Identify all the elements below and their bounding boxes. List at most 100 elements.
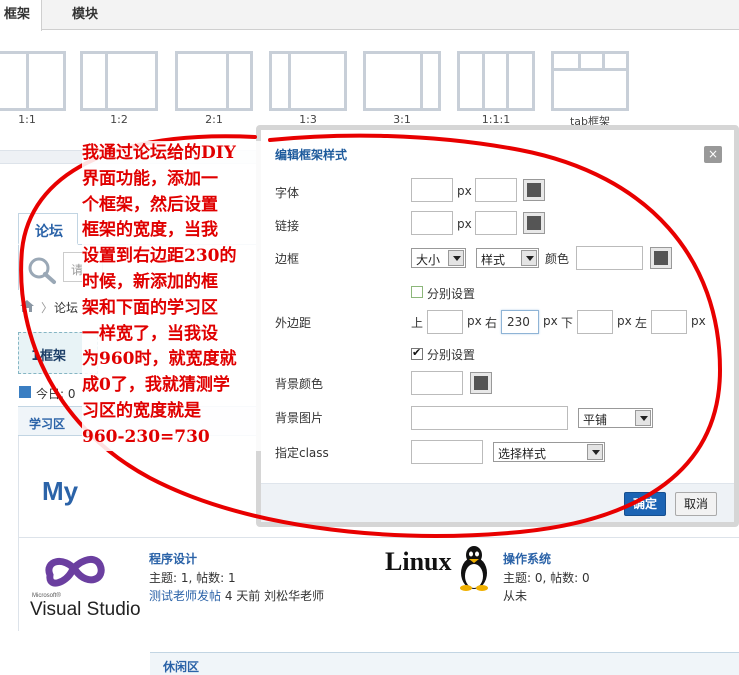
margin-label: 外边距 (275, 316, 312, 330)
visual-studio-name: Visual Studio (30, 599, 141, 620)
visual-studio-icon (45, 556, 105, 587)
home-icon[interactable] (19, 298, 35, 314)
annotation-line: 成0了，我就猜测学 (82, 375, 230, 396)
annotation-line: 为960时，就宽度就 (82, 349, 237, 370)
tux-penguin-icon (460, 546, 488, 591)
border-label: 边框 (275, 252, 300, 266)
font-label: 字体 (275, 186, 300, 200)
layout-1-1-preview[interactable] (0, 51, 66, 111)
annotation-line: 设置到右边距230的 (82, 246, 237, 267)
margin-bottom-input[interactable] (577, 310, 613, 334)
link-label: 链接 (275, 219, 300, 233)
border-style-value: 样式 (481, 253, 506, 267)
layout-1-1-1-preview[interactable] (457, 51, 535, 111)
dialog-footer: 确定 取消 (261, 483, 734, 522)
bg-repeat-value: 平铺 (583, 413, 608, 427)
link-color-input[interactable] (475, 211, 517, 235)
cancel-button[interactable]: 取消 (675, 492, 717, 516)
left-border-line (18, 436, 19, 631)
annotation-line: 我通过论坛给的DIY (82, 143, 236, 163)
section-title-programming[interactable]: 程序设计 (149, 550, 197, 567)
class-style-select[interactable]: 选择样式 (493, 442, 605, 462)
linux-logo: Linux (385, 545, 493, 593)
margin-separate-checkbox[interactable] (411, 346, 423, 360)
annotation-line: 界面功能，添加一 (82, 168, 218, 189)
layout-1-3-preview[interactable] (269, 51, 347, 111)
layout-2-1-preview[interactable] (175, 51, 253, 111)
bg-repeat-select[interactable]: 平铺 (578, 408, 653, 428)
margin-top-input[interactable] (427, 310, 463, 334)
margin-separate-label: 分别设置 (427, 348, 476, 362)
margin-unit-2: px (543, 314, 558, 328)
leisure-area-title[interactable]: 休闲区 (163, 658, 199, 675)
breadcrumb-separator: 〉 (41, 301, 54, 315)
last-post-meta: 4 天前 刘松华老师 (221, 589, 325, 603)
border-color-input[interactable] (576, 246, 643, 270)
bgcolor-picker-icon[interactable] (470, 372, 492, 394)
breadcrumb-forum[interactable]: 论坛 (54, 299, 78, 316)
layout-1-2-label: 1:2 (110, 113, 128, 126)
font-color-picker-icon[interactable] (523, 179, 545, 201)
tab-frame[interactable]: 框架 (0, 0, 42, 31)
section-stats-programming: 主题: 1, 帖数: 1 (149, 571, 236, 585)
chevron-down-icon (635, 410, 651, 426)
annotation-line: 时候，新添加的框 (82, 271, 218, 292)
bgcolor-label: 背景颜色 (275, 377, 324, 391)
class-input[interactable] (411, 440, 483, 464)
border-color-picker-icon[interactable] (650, 247, 672, 269)
bgimage-label: 背景图片 (275, 411, 324, 425)
top-tab-bar: 框架 模块 (0, 0, 739, 31)
border-separate-checkbox[interactable] (411, 286, 423, 298)
margin-right-input[interactable]: 230 (501, 310, 539, 334)
annotation-line: 个框架，然后设置 (82, 194, 218, 215)
tab-forum[interactable]: 论坛 (18, 213, 78, 245)
chevron-down-icon (587, 444, 603, 460)
annotation-note: 我通过论坛给的DIY 界面功能，添加一 个框架，然后设置 框架的宽度，当我 设置… (82, 141, 266, 451)
layout-1-1-label: 1:1 (18, 113, 36, 126)
chevron-down-icon (521, 250, 537, 266)
leisure-area-bar (150, 652, 739, 675)
section-title-os[interactable]: 操作系统 (503, 550, 551, 567)
border-style-select[interactable]: 样式 (476, 248, 539, 268)
chevron-down-icon (448, 250, 464, 266)
border-size-value: 大小 (416, 253, 441, 267)
border-size-select[interactable]: 大小 (411, 248, 466, 268)
forum-divider (18, 537, 739, 538)
annotation-line: 框架的宽度，当我 (82, 220, 218, 241)
dialog-title: 编辑框架样式 (275, 148, 348, 162)
margin-left-label: 左 (635, 316, 648, 330)
my-logo-partial: My (42, 476, 79, 506)
section-last-post-os: 从未 (503, 589, 528, 603)
link-color-picker-icon[interactable] (523, 212, 545, 234)
margin-left-input[interactable] (651, 310, 687, 334)
visual-studio-logo: Microsoft® Visual Studio (30, 549, 142, 621)
layout-1-2-preview[interactable] (80, 51, 158, 111)
margin-bottom-label: 下 (561, 316, 574, 330)
close-icon[interactable]: × (704, 146, 722, 163)
today-count: 今日: 0 (36, 387, 76, 401)
margin-right-label: 右 (485, 316, 498, 330)
border-separate-label: 分别设置 (427, 287, 476, 301)
margin-unit-1: px (467, 314, 482, 328)
confirm-button[interactable]: 确定 (624, 492, 666, 516)
annotation-line: 习区的宽度就是 (82, 400, 201, 421)
link-size-input[interactable] (411, 211, 453, 235)
font-size-input[interactable] (411, 178, 453, 202)
search-icon[interactable] (26, 255, 58, 285)
study-area-title[interactable]: 学习区 (29, 415, 65, 432)
font-color-input[interactable] (475, 178, 517, 202)
link-unit: px (457, 217, 472, 231)
margin-unit-3: px (617, 314, 632, 328)
tab-module[interactable]: 模块 (60, 0, 110, 30)
layout-3-1-preview[interactable] (363, 51, 441, 111)
stats-icon (19, 386, 31, 398)
margin-unit-4: px (691, 314, 706, 328)
last-post-link[interactable]: 测试老师发帖 (149, 589, 221, 603)
bgimage-input[interactable] (411, 406, 568, 430)
class-style-value: 选择样式 (498, 447, 547, 461)
annotation-line: 一样宽了，当我设 (82, 323, 218, 344)
border-color-label: 颜色 (545, 252, 570, 266)
layout-tab-preview[interactable] (551, 51, 629, 111)
edit-frame-style-dialog: 编辑框架样式 × 字体 px 链接 px 边框 大小 样式 颜色 分别设置 外边… (256, 125, 739, 527)
bgcolor-input[interactable] (411, 371, 463, 395)
